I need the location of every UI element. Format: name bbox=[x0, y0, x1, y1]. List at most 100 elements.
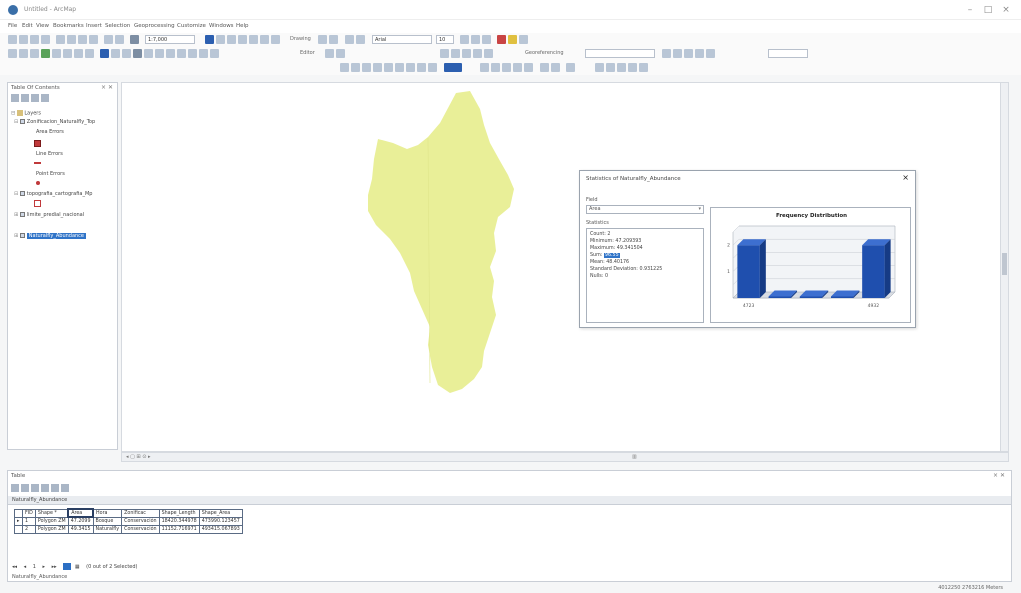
measure-icon[interactable] bbox=[166, 49, 175, 58]
font-color-icon[interactable] bbox=[497, 35, 506, 44]
menu-view[interactable]: View bbox=[36, 23, 49, 29]
snap-edge-icon[interactable] bbox=[484, 49, 493, 58]
menu-customize[interactable]: Customize bbox=[177, 23, 206, 29]
rectangle-icon[interactable] bbox=[345, 35, 354, 44]
zoom-out-icon[interactable] bbox=[19, 49, 28, 58]
label-priority-icon[interactable] bbox=[606, 63, 615, 72]
fix-topology-icon[interactable] bbox=[362, 63, 371, 72]
cut-icon[interactable] bbox=[56, 35, 65, 44]
search-window-icon[interactable] bbox=[238, 35, 247, 44]
column-header-area[interactable]: Area bbox=[67, 508, 95, 518]
toc-layer-topografia[interactable]: ⊟ topografia_cartografia_Mp bbox=[14, 191, 92, 197]
layer-visibility-checkbox[interactable] bbox=[19, 191, 25, 196]
reshape-edge-icon[interactable] bbox=[428, 63, 437, 72]
new-document-icon[interactable] bbox=[8, 35, 17, 44]
edit-tool-icon[interactable] bbox=[325, 49, 334, 58]
forward-extent-icon[interactable] bbox=[85, 49, 94, 58]
editor-menu[interactable]: Editor bbox=[300, 50, 315, 56]
sketch-properties-icon[interactable] bbox=[551, 63, 560, 72]
layout-view-buttons[interactable]: ◂ ▢ ⊞ ⊙ ▸ bbox=[126, 454, 150, 460]
select-elements-arrow-icon[interactable] bbox=[122, 49, 131, 58]
menu-insert[interactable]: Insert bbox=[86, 23, 102, 29]
add-control-points-icon[interactable] bbox=[695, 49, 704, 58]
menu-selection[interactable]: Selection bbox=[105, 23, 130, 29]
related-tables-icon[interactable] bbox=[21, 484, 29, 492]
table-row[interactable]: ▸ 1 Polygon ZM 47.2099 Bosque Conservaci… bbox=[14, 516, 243, 526]
delete-icon[interactable] bbox=[89, 35, 98, 44]
time-slider-icon[interactable] bbox=[199, 49, 208, 58]
fill-color-icon[interactable] bbox=[508, 35, 517, 44]
fixed-zoom-out-icon[interactable] bbox=[63, 49, 72, 58]
copy-icon[interactable] bbox=[67, 35, 76, 44]
maximize-button[interactable]: □ bbox=[980, 4, 996, 16]
undo-icon[interactable] bbox=[104, 35, 113, 44]
table-options-icon[interactable] bbox=[11, 484, 19, 492]
statistics-close-button[interactable]: × bbox=[902, 173, 909, 182]
view-link-table-icon[interactable] bbox=[706, 49, 715, 58]
georef-layer-combo[interactable] bbox=[585, 49, 655, 58]
select-features-icon[interactable] bbox=[100, 49, 109, 58]
topology-icon[interactable] bbox=[340, 63, 349, 72]
back-extent-icon[interactable] bbox=[74, 49, 83, 58]
close-window-button[interactable]: × bbox=[998, 4, 1014, 16]
line-color-icon[interactable] bbox=[519, 35, 528, 44]
field-select[interactable]: Area ▾ bbox=[586, 205, 704, 214]
trace-icon[interactable] bbox=[491, 63, 500, 72]
toc-pin-close[interactable]: × ✕ bbox=[101, 84, 113, 91]
toc-layer-naturalfly-abundance[interactable]: ⊞ Naturalfly_Abundance bbox=[14, 233, 87, 239]
snap-vertex-icon[interactable] bbox=[473, 49, 482, 58]
menu-bookmarks[interactable]: Bookmarks bbox=[53, 23, 84, 29]
construct-icon[interactable] bbox=[502, 63, 511, 72]
save-icon[interactable] bbox=[30, 35, 39, 44]
menu-file[interactable]: File bbox=[8, 23, 17, 29]
italic-icon[interactable] bbox=[471, 35, 480, 44]
list-by-selection-icon[interactable] bbox=[41, 94, 49, 102]
show-shared-icon[interactable] bbox=[417, 63, 426, 72]
toc-layer-limite-predial[interactable]: ⊞ limite_predial_nacional bbox=[14, 212, 84, 218]
layer-visibility-checkbox[interactable] bbox=[19, 212, 25, 217]
map-topology-icon[interactable] bbox=[395, 63, 404, 72]
sketch-tool-icon[interactable] bbox=[480, 63, 489, 72]
html-popup-icon[interactable] bbox=[188, 49, 197, 58]
row-selector[interactable]: ▸ bbox=[14, 516, 23, 526]
drawing-menu[interactable]: Drawing bbox=[290, 36, 311, 42]
redo-icon[interactable] bbox=[115, 35, 124, 44]
map-scroll-thumb[interactable] bbox=[1002, 253, 1007, 275]
minimize-button[interactable]: – bbox=[962, 4, 978, 16]
georef-shift-icon[interactable] bbox=[673, 49, 682, 58]
row-selector[interactable] bbox=[14, 524, 23, 534]
error-inspector-icon[interactable] bbox=[373, 63, 382, 72]
show-all-records-icon[interactable] bbox=[63, 563, 72, 570]
first-record-button[interactable]: ◂◂ bbox=[12, 564, 17, 570]
edit-annotation-icon[interactable] bbox=[336, 49, 345, 58]
pan-icon[interactable] bbox=[30, 49, 39, 58]
georef-scale-icon[interactable] bbox=[684, 49, 693, 58]
georef-combo-2[interactable] bbox=[768, 49, 808, 58]
map-scale-combo[interactable]: 1:7,000 bbox=[145, 35, 195, 44]
column-header-shape[interactable]: Shape * bbox=[34, 508, 69, 518]
list-by-visibility-icon[interactable] bbox=[31, 94, 39, 102]
clear-selection-table-icon[interactable] bbox=[51, 484, 59, 492]
stat-sum[interactable]: Sum: 96.55 bbox=[590, 253, 620, 258]
current-record-field[interactable]: 1 bbox=[33, 564, 36, 570]
underline-icon[interactable] bbox=[482, 35, 491, 44]
catalog-window-icon[interactable] bbox=[227, 35, 236, 44]
full-extent-icon[interactable] bbox=[41, 49, 50, 58]
list-by-drawing-order-icon[interactable] bbox=[11, 94, 19, 102]
select-elements-icon[interactable] bbox=[318, 35, 327, 44]
column-header-fid[interactable]: FID bbox=[22, 508, 36, 518]
table-footer-tab[interactable]: Naturalfly_Abundance bbox=[12, 574, 67, 580]
menu-edit[interactable]: Edit bbox=[22, 23, 33, 29]
toc-window-icon[interactable] bbox=[216, 35, 225, 44]
create-features-icon[interactable] bbox=[566, 63, 575, 72]
zoom-in-icon[interactable] bbox=[8, 49, 17, 58]
column-header-hora[interactable]: Hora bbox=[92, 508, 123, 518]
delete-selected-icon[interactable] bbox=[61, 484, 69, 492]
open-icon[interactable] bbox=[19, 35, 28, 44]
horizontal-scroll-thumb[interactable]: ▥ bbox=[632, 454, 637, 460]
georeferencing-menu[interactable]: Georeferencing bbox=[525, 50, 564, 56]
find-icon[interactable] bbox=[144, 49, 153, 58]
layer-visibility-checkbox[interactable] bbox=[19, 119, 25, 124]
map-vertical-scrollbar[interactable] bbox=[1000, 83, 1008, 451]
topology-edit-icon[interactable] bbox=[384, 63, 393, 72]
